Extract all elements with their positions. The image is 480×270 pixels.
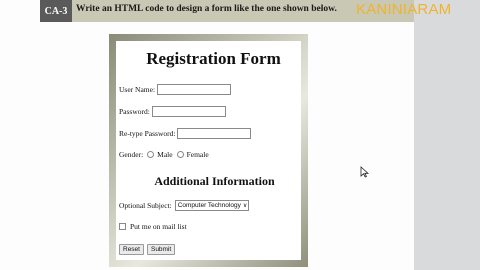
username-row: User Name: xyxy=(119,84,232,95)
additional-info-heading: Additional Information xyxy=(154,174,275,188)
gender-label: Gender: xyxy=(119,150,144,159)
username-label: User Name: xyxy=(119,85,156,94)
reset-button[interactable]: Reset xyxy=(119,244,144,255)
gender-female-label: Female xyxy=(186,150,209,159)
subject-label: Optional Subject: xyxy=(119,201,172,210)
subject-selected-value: Computer Technology xyxy=(177,202,241,209)
mail-list-checkbox[interactable] xyxy=(119,223,126,230)
instruction-text: Write an HTML code to design a form like… xyxy=(76,4,337,14)
button-row: Reset Submit xyxy=(119,244,178,255)
retype-password-row: Re-type Password: xyxy=(119,128,252,139)
password-label: Password: xyxy=(119,107,150,116)
form-title: Registration Form xyxy=(146,49,281,68)
retype-password-label: Re-type Password: xyxy=(119,129,176,138)
mouse-pointer-icon xyxy=(360,166,370,178)
retype-password-input[interactable] xyxy=(177,128,252,139)
gender-male-label: Male xyxy=(157,150,173,159)
ca-badge: CA-3 xyxy=(40,0,72,22)
submit-button[interactable]: Submit xyxy=(146,244,176,255)
form-frame: Registration Form User Name: Password: R… xyxy=(109,34,308,267)
watermark-text: KANINIARAM xyxy=(356,1,452,18)
gender-male-radio[interactable] xyxy=(147,151,155,158)
password-row: Password: xyxy=(119,106,226,117)
password-input[interactable] xyxy=(151,106,226,117)
gender-row: Gender: Male Female xyxy=(119,150,209,159)
registration-form: Registration Form User Name: Password: R… xyxy=(116,41,301,260)
side-panel xyxy=(414,0,480,270)
subject-row: Optional Subject: Computer Technology ∨ xyxy=(119,200,250,211)
username-input[interactable] xyxy=(157,84,232,95)
mail-list-row: Put me on mail list xyxy=(119,222,187,231)
subject-select[interactable]: Computer Technology ∨ xyxy=(174,200,250,211)
gender-female-radio[interactable] xyxy=(176,151,184,158)
chevron-down-icon: ∨ xyxy=(242,203,248,209)
mail-list-label: Put me on mail list xyxy=(130,222,187,231)
